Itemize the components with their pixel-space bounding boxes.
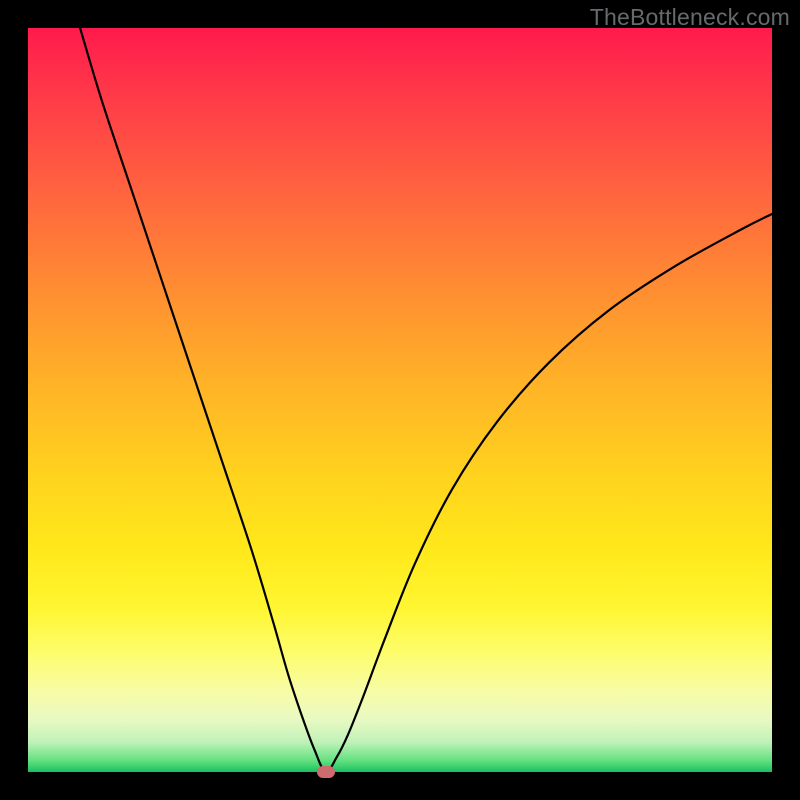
bottleneck-curve bbox=[28, 28, 772, 772]
chart-frame: TheBottleneck.com bbox=[0, 0, 800, 800]
watermark-text: TheBottleneck.com bbox=[590, 4, 790, 31]
plot-area bbox=[28, 28, 772, 772]
optimal-point-marker bbox=[317, 766, 335, 778]
